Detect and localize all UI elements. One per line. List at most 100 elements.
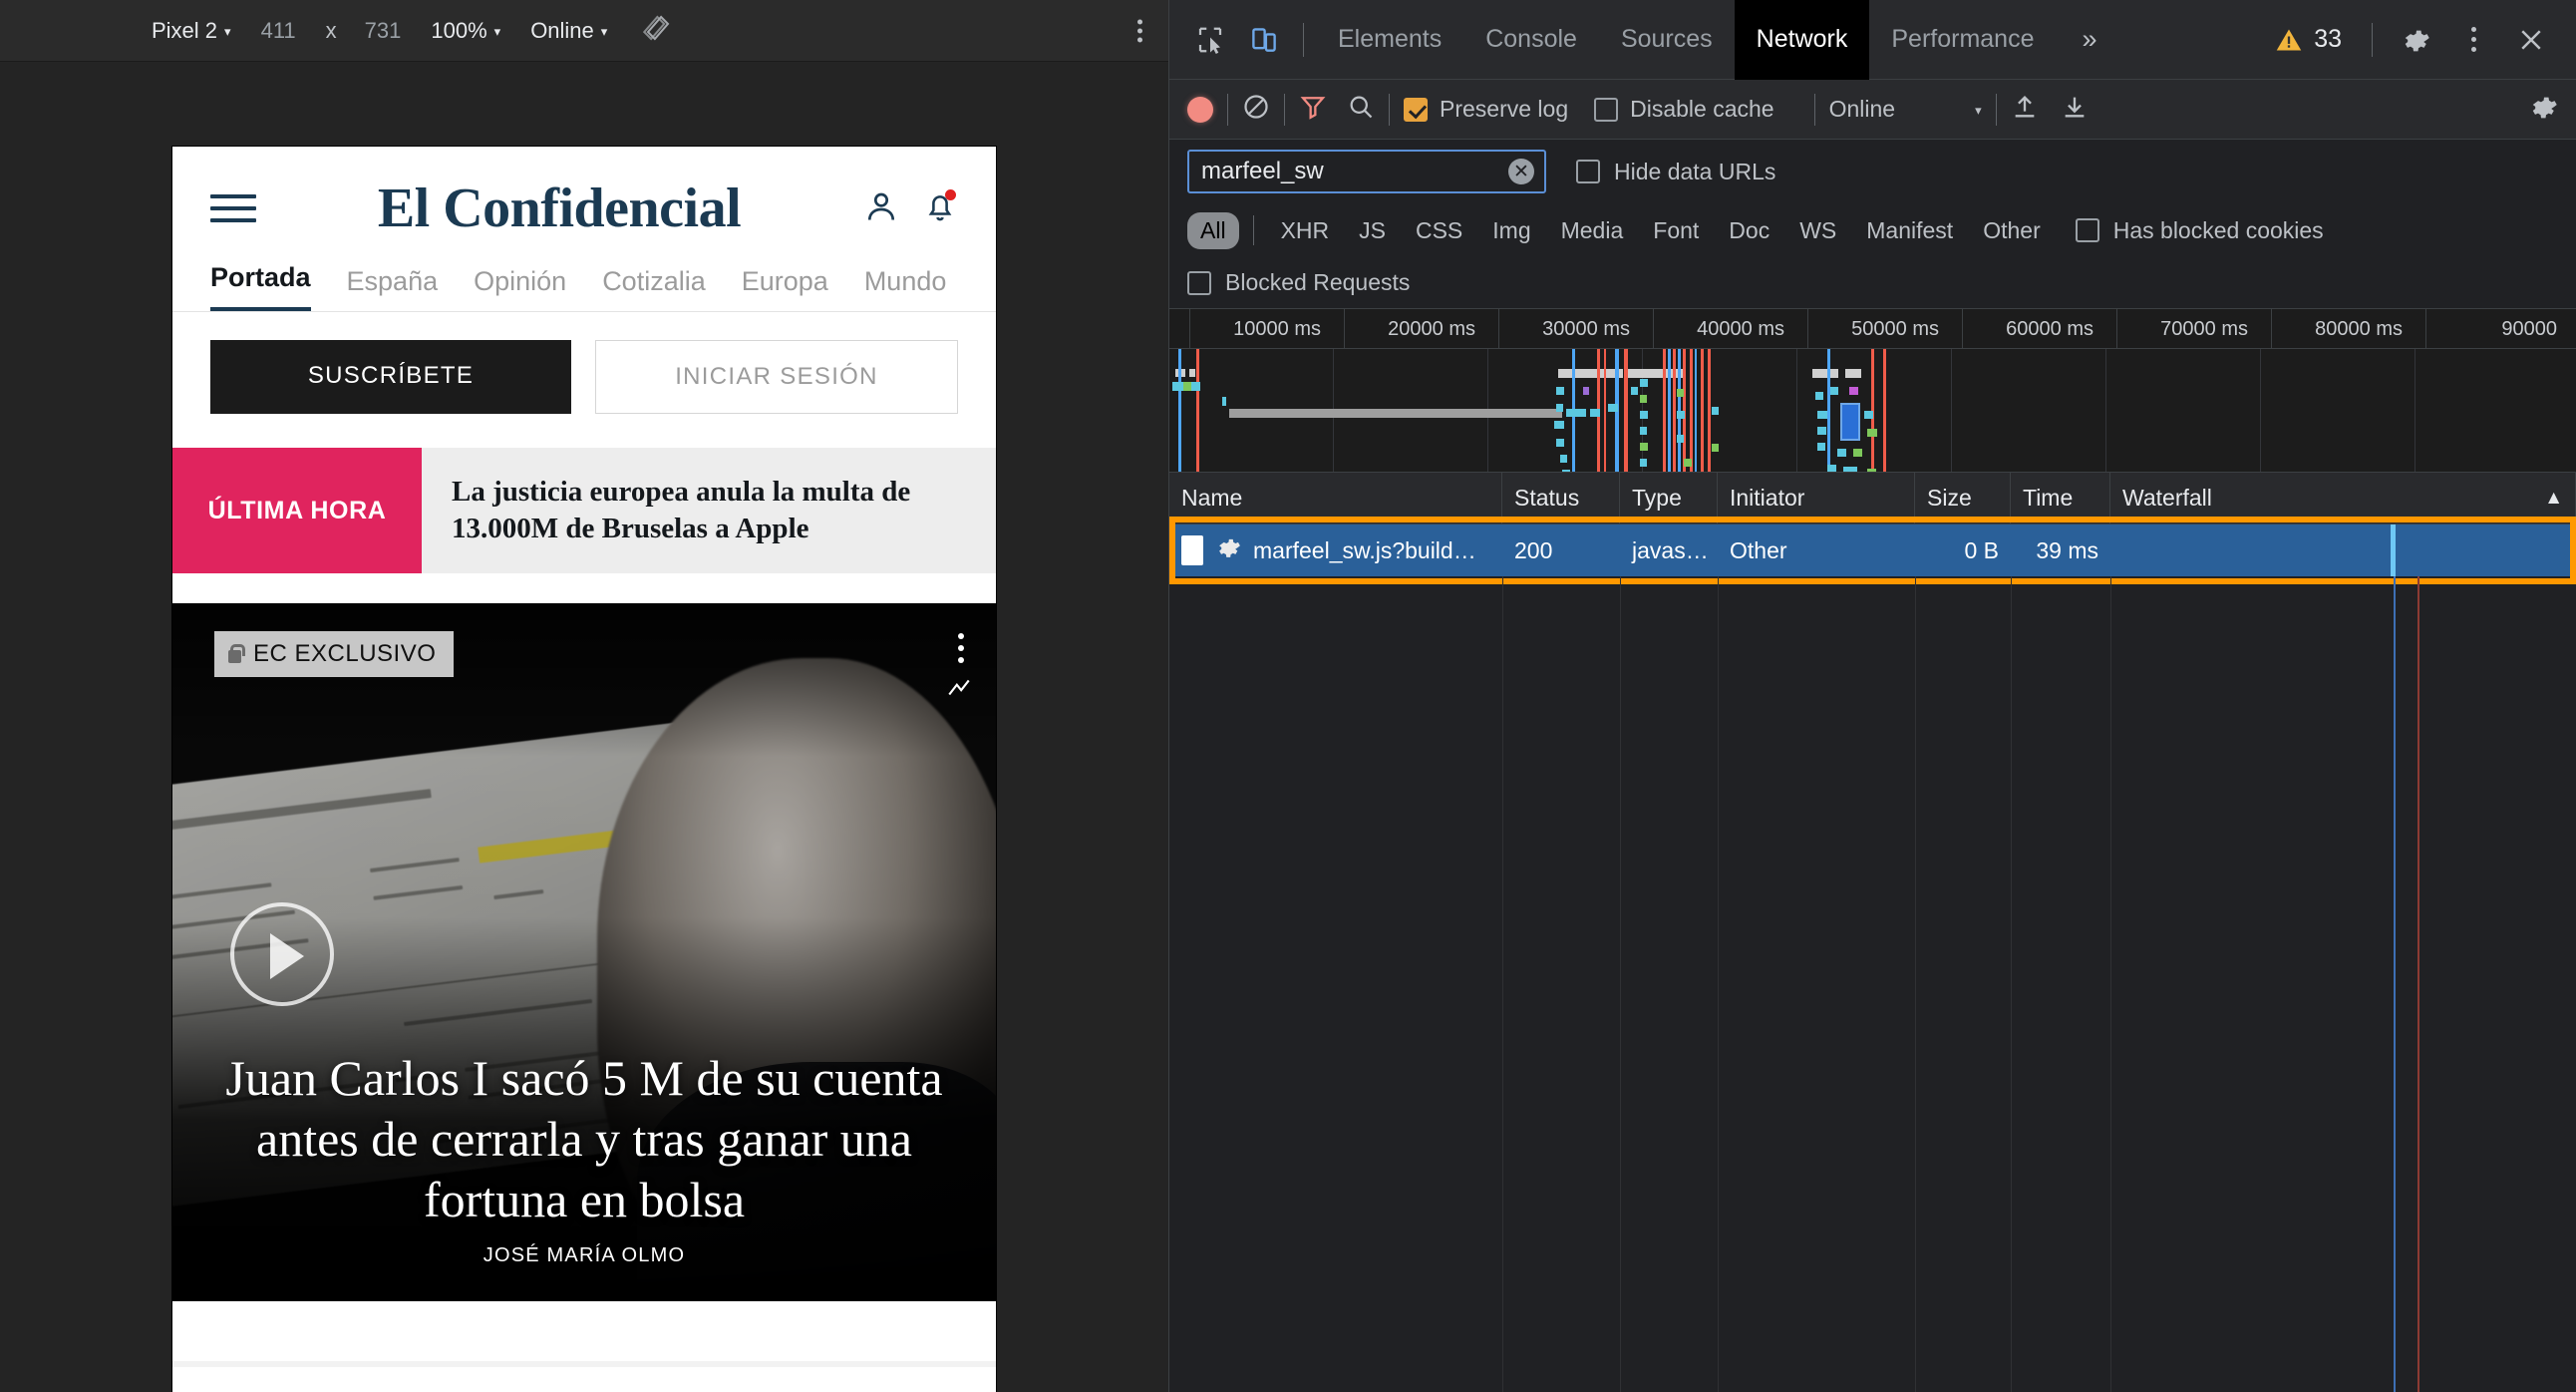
device-toolbar: Pixel 2 ▾ 411 x 731 100% ▾ Online ▾: [0, 0, 1168, 62]
hamburger-menu-icon[interactable]: [210, 194, 256, 222]
hero-article-card[interactable]: EC EXCLUSIVO Juan Carlos I sacó 5 M de s…: [172, 603, 996, 1302]
user-account-icon[interactable]: [862, 187, 900, 230]
rotate-device-icon[interactable]: [643, 13, 673, 49]
has-blocked-cookies-checkbox[interactable]: Has blocked cookies: [2075, 216, 2324, 244]
blocked-requests-label: Blocked Requests: [1225, 269, 1411, 295]
exclusive-badge-label: EC EXCLUSIVO: [253, 640, 437, 668]
filter-input-wrapper[interactable]: ✕: [1187, 150, 1546, 193]
subscribe-button[interactable]: SUSCRÍBETE: [210, 340, 571, 414]
device-height-input[interactable]: 731: [365, 18, 402, 44]
nav-item-portada[interactable]: Portada: [210, 262, 311, 311]
type-filter-manifest[interactable]: Manifest: [1853, 212, 1966, 249]
site-logo[interactable]: El Confidencial: [256, 176, 862, 240]
clear-filter-icon[interactable]: ✕: [1508, 159, 1534, 184]
column-header-waterfall-label: Waterfall: [2122, 485, 2212, 511]
filter-bar: ✕ Hide data URLs: [1169, 140, 2576, 203]
breaking-news-headline: La justicia europea anula la multa de 13…: [452, 476, 911, 545]
hero-headline[interactable]: Juan Carlos I sacó 5 M de su cuenta ante…: [206, 1048, 962, 1230]
type-filter-font[interactable]: Font: [1640, 212, 1712, 249]
play-button-icon[interactable]: [230, 902, 334, 1007]
breaking-news-banner[interactable]: ÚLTIMA HORA La justicia europea anula la…: [172, 448, 996, 574]
column-header-type[interactable]: Type: [1620, 473, 1718, 524]
network-requests-table: Name Status Type Initiator Size Time Wat…: [1169, 473, 2576, 1392]
request-checkbox[interactable]: [1181, 535, 1203, 565]
nav-item-mundo[interactable]: Mundo: [864, 266, 947, 311]
notifications-bell-icon[interactable]: [922, 188, 958, 229]
search-icon[interactable]: [1347, 93, 1375, 127]
type-filter-img[interactable]: Img: [1479, 212, 1543, 249]
type-filter-other[interactable]: Other: [1970, 212, 2054, 249]
overview-tick-3: 30000 ms: [1498, 309, 1638, 349]
tab-console[interactable]: Console: [1463, 0, 1599, 80]
type-filter-css[interactable]: CSS: [1403, 212, 1475, 249]
type-filter-js[interactable]: JS: [1346, 212, 1399, 249]
hide-data-urls-checkbox[interactable]: Hide data URLs: [1576, 159, 1775, 185]
device-toolbar-more-options-icon[interactable]: [1137, 19, 1142, 42]
type-filter-media[interactable]: Media: [1548, 212, 1637, 249]
filter-icon[interactable]: [1299, 93, 1327, 127]
gear-icon[interactable]: [2389, 13, 2442, 67]
hide-data-urls-label: Hide data URLs: [1614, 158, 1776, 184]
filter-input[interactable]: [1201, 158, 1508, 185]
clear-network-log-icon[interactable]: [1242, 93, 1270, 127]
nav-item-opinion[interactable]: Opinión: [474, 266, 566, 311]
site-header: El Confidencial: [172, 147, 996, 262]
type-filter-xhr[interactable]: XHR: [1268, 212, 1343, 249]
column-header-name[interactable]: Name: [1169, 473, 1502, 524]
has-blocked-cookies-checkbox-box: [2075, 218, 2099, 242]
tab-sources[interactable]: Sources: [1599, 0, 1735, 80]
record-stop-icon[interactable]: [1187, 96, 1213, 123]
column-header-size[interactable]: Size: [1915, 473, 2011, 524]
disable-cache-checkbox[interactable]: Disable cache: [1594, 96, 1774, 123]
overview-tick-9: 90000: [2425, 309, 2565, 349]
table-row[interactable]: marfeel_sw.js?build… 200 javas… Other 0 …: [1169, 524, 2576, 576]
nav-item-espana[interactable]: España: [347, 266, 439, 311]
blocked-requests-checkbox[interactable]: Blocked Requests: [1169, 257, 2576, 309]
column-header-waterfall[interactable]: Waterfall ▲: [2110, 473, 2576, 524]
inspect-element-icon[interactable]: [1183, 13, 1237, 67]
preserve-log-checkbox[interactable]: Preserve log: [1404, 96, 1568, 123]
login-button[interactable]: INICIAR SESIÓN: [595, 340, 958, 414]
network-throttle-selector[interactable]: Online ▾: [530, 18, 607, 44]
hero-author: JOSÉ MARÍA OLMO: [483, 1244, 686, 1267]
overview-graph: [1169, 349, 2576, 472]
devtools-more-options-icon[interactable]: [2446, 13, 2500, 67]
sort-ascending-icon: ▲: [2544, 487, 2563, 509]
chevron-down-icon: ▾: [493, 24, 501, 39]
type-filter-all[interactable]: All: [1187, 211, 1239, 249]
dimension-separator: x: [325, 17, 337, 43]
zoom-selector[interactable]: 100% ▾: [431, 18, 500, 44]
nav-item-europa[interactable]: Europa: [742, 266, 828, 311]
overview-tick-6: 60000 ms: [1962, 309, 2101, 349]
warning-count-label: 33: [2314, 25, 2342, 53]
nav-item-cotizalia[interactable]: Cotizalia: [602, 266, 706, 311]
network-overview-timeline[interactable]: 10000 ms 20000 ms 30000 ms 40000 ms 5000…: [1169, 309, 2576, 473]
cell-name[interactable]: marfeel_sw.js?build…: [1169, 524, 1502, 576]
import-har-icon[interactable]: [2011, 93, 2039, 127]
tab-elements[interactable]: Elements: [1316, 0, 1463, 80]
throttling-dropdown[interactable]: Online ▾: [1829, 96, 1982, 123]
lock-icon: [226, 643, 245, 665]
close-icon[interactable]: [2504, 13, 2558, 67]
has-blocked-cookies-label: Has blocked cookies: [2112, 216, 2324, 243]
export-har-icon[interactable]: [2061, 93, 2089, 127]
column-header-time[interactable]: Time: [2011, 473, 2110, 524]
device-selector[interactable]: Pixel 2 ▾: [152, 18, 231, 44]
type-filter-doc[interactable]: Doc: [1716, 212, 1782, 249]
emulated-page: El Confidencial Portada España Opinión C…: [172, 147, 996, 1392]
chevron-down-icon: ▾: [600, 24, 608, 39]
column-header-status[interactable]: Status: [1502, 473, 1620, 524]
device-width-input[interactable]: 411: [261, 18, 296, 44]
share-icon[interactable]: [946, 677, 972, 699]
tab-network[interactable]: Network: [1734, 0, 1870, 80]
column-header-initiator[interactable]: Initiator: [1718, 473, 1915, 524]
tab-performance[interactable]: Performance: [1869, 0, 2056, 80]
warning-count-chip[interactable]: 33: [2261, 25, 2356, 54]
chevron-double-right-icon[interactable]: »: [2056, 24, 2122, 55]
toggle-device-toolbar-icon[interactable]: [1237, 13, 1291, 67]
type-filter-ws[interactable]: WS: [1786, 212, 1849, 249]
more-dots-icon[interactable]: [958, 633, 964, 664]
network-settings-gear-icon[interactable]: [2528, 92, 2558, 128]
device-emulation-pane: Pixel 2 ▾ 411 x 731 100% ▾ Online ▾ El C…: [0, 0, 1168, 1392]
warning-triangle-icon: [2276, 29, 2302, 50]
